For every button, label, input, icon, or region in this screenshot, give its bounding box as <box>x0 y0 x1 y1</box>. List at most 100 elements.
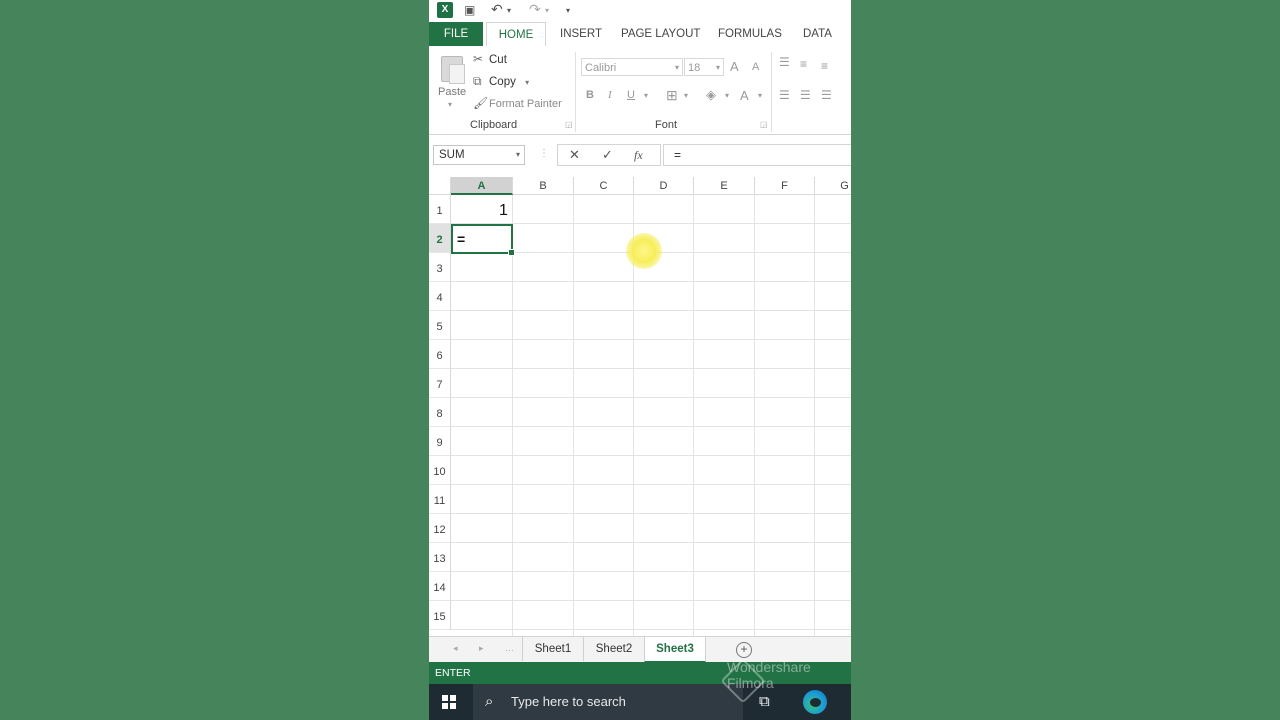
column-header-b[interactable]: B <box>513 177 574 195</box>
borders-dropdown-icon[interactable]: ▾ <box>684 91 688 100</box>
ribbon-separator <box>575 52 576 132</box>
paste-icon[interactable] <box>439 54 465 84</box>
fill-color-dropdown-icon[interactable]: ▾ <box>725 91 729 100</box>
row-header-13[interactable]: 13 <box>429 543 451 572</box>
cursor-highlight-icon <box>626 233 662 269</box>
grow-font-icon[interactable]: A <box>730 59 739 74</box>
column-header-c[interactable]: C <box>574 177 634 195</box>
font-size-box[interactable]: 18 ▾ <box>684 58 724 76</box>
fill-handle[interactable] <box>508 249 515 256</box>
top-align-icon[interactable]: ☰ <box>779 55 790 69</box>
underline-button[interactable]: U <box>627 89 635 101</box>
status-mode: ENTER <box>435 667 471 679</box>
row-header-6[interactable]: 6 <box>429 340 451 369</box>
confirm-entry-icon[interactable]: ✓ <box>602 147 613 163</box>
clipboard-group-label: Clipboard <box>470 119 518 131</box>
row-header-5[interactable]: 5 <box>429 311 451 340</box>
taskbar-search-box[interactable]: ⌕ Type here to search <box>473 684 743 720</box>
underline-dropdown-icon[interactable]: ▾ <box>644 91 648 100</box>
bottom-align-icon[interactable]: ≡ <box>821 59 828 73</box>
bold-button[interactable]: B <box>586 89 594 101</box>
row-header-3[interactable]: 3 <box>429 253 451 282</box>
cut-label: Cut <box>489 54 507 66</box>
row-header-14[interactable]: 14 <box>429 572 451 601</box>
cell-a2-value: = <box>457 231 466 247</box>
font-color-dropdown-icon[interactable]: ▾ <box>758 91 762 100</box>
italic-button[interactable]: I <box>608 89 612 101</box>
active-cell-a2[interactable]: = <box>451 224 515 256</box>
formula-input[interactable]: = <box>663 144 851 166</box>
paste-button[interactable]: Paste <box>438 86 466 98</box>
font-group-label: Font <box>655 119 678 131</box>
cell-a1[interactable]: 1 <box>499 202 508 220</box>
row-header-12[interactable]: 12 <box>429 514 451 543</box>
tab-formulas[interactable]: FORMULAS <box>718 22 782 46</box>
row-header-7[interactable]: 7 <box>429 369 451 398</box>
borders-icon[interactable]: ⊞ <box>666 87 678 104</box>
format-painter-button[interactable]: 🖌Format Painter <box>473 96 562 110</box>
clipboard-launcher-icon[interactable]: ◲ <box>565 120 573 129</box>
format-painter-label: Format Painter <box>489 98 562 110</box>
tab-data[interactable]: DATA <box>803 22 832 46</box>
name-box[interactable]: SUM ▾ <box>433 145 525 165</box>
row-header-10[interactable]: 10 <box>429 456 451 485</box>
quick-access-toolbar: X ▣ ↶ ▾ ↷ ▾ ▾ <box>429 0 851 22</box>
align-right-icon[interactable]: ☰ <box>821 88 832 102</box>
font-launcher-icon[interactable]: ◲ <box>760 120 768 129</box>
redo-dropdown-icon[interactable]: ▾ <box>545 6 549 15</box>
shrink-font-icon[interactable]: A <box>752 61 759 73</box>
cancel-entry-icon[interactable]: ✕ <box>569 147 580 163</box>
row-header-4[interactable]: 4 <box>429 282 451 311</box>
row-header-15[interactable]: 15 <box>429 601 451 630</box>
formula-bar-grip-icon[interactable]: ⋮ <box>539 148 549 159</box>
taskbar-search-placeholder: Type here to search <box>511 694 626 709</box>
left-background <box>0 0 429 720</box>
more-sheets-icon[interactable]: … <box>505 643 514 653</box>
middle-align-icon[interactable]: ≡ <box>800 57 807 71</box>
font-name-box[interactable]: Calibri ▾ <box>581 58 683 76</box>
redo-icon[interactable]: ↷ <box>529 1 541 18</box>
copy-button[interactable]: ⧉ Copy ▾ <box>473 74 529 89</box>
undo-icon[interactable]: ↶ <box>491 1 503 18</box>
tab-home[interactable]: HOME <box>486 22 546 47</box>
windows-start-icon[interactable] <box>442 695 456 709</box>
column-header-a[interactable]: A <box>451 177 513 195</box>
align-left-icon[interactable]: ☰ <box>779 88 790 102</box>
column-header-d[interactable]: D <box>634 177 694 195</box>
ribbon-home: Paste ▾ ✂ Cut ⧉ Copy ▾ 🖌Format Painter Cli… <box>429 46 851 135</box>
prev-sheet-icon[interactable]: ◂ <box>453 643 458 654</box>
select-all-corner[interactable] <box>429 177 451 195</box>
tab-page-layout[interactable]: PAGE LAYOUT <box>621 22 700 46</box>
align-center-icon[interactable]: ☰ <box>800 88 811 102</box>
paste-dropdown-icon[interactable]: ▾ <box>448 100 452 109</box>
ribbon-tabs: FILE HOME INSERT PAGE LAYOUT FORMULAS DA… <box>429 22 851 47</box>
sheet-tab-sheet1[interactable]: Sheet1 <box>522 637 583 661</box>
insert-function-icon[interactable]: fx <box>634 148 643 163</box>
cut-button[interactable]: ✂ Cut <box>473 52 507 66</box>
sheet-tab-sheet3[interactable]: Sheet3 <box>644 637 706 663</box>
row-header-1[interactable]: 1 <box>429 195 451 224</box>
customize-qat-icon[interactable]: ▾ <box>566 6 570 15</box>
brush-icon: 🖌 <box>473 96 489 110</box>
excel-logo-icon: X <box>437 2 453 18</box>
row-header-8[interactable]: 8 <box>429 398 451 427</box>
next-sheet-icon[interactable]: ▸ <box>479 643 484 654</box>
tab-file[interactable]: FILE <box>429 22 483 46</box>
tab-insert[interactable]: INSERT <box>560 22 602 46</box>
sheet-tab-sheet2[interactable]: Sheet2 <box>583 637 644 661</box>
column-header-g[interactable]: G <box>815 177 851 195</box>
row-header-2[interactable]: 2 <box>429 224 451 253</box>
row-header-11[interactable]: 11 <box>429 485 451 514</box>
column-header-e[interactable]: E <box>694 177 755 195</box>
formula-buttons: ✕ ✓ fx <box>557 144 661 166</box>
undo-dropdown-icon[interactable]: ▾ <box>507 6 511 15</box>
font-color-icon[interactable]: A <box>740 88 749 103</box>
font-size-dropdown-icon: ▾ <box>715 63 720 72</box>
column-header-f[interactable]: F <box>755 177 815 195</box>
save-icon[interactable]: ▣ <box>464 3 475 17</box>
fill-color-icon[interactable]: ◈ <box>706 87 716 103</box>
row-header-9[interactable]: 9 <box>429 427 451 456</box>
add-sheet-icon[interactable]: + <box>736 642 752 658</box>
copy-icon: ⧉ <box>473 74 482 88</box>
worksheet-grid[interactable]: A B C D E F G 1 2 3 4 5 6 7 8 9 10 11 12… <box>429 177 851 636</box>
